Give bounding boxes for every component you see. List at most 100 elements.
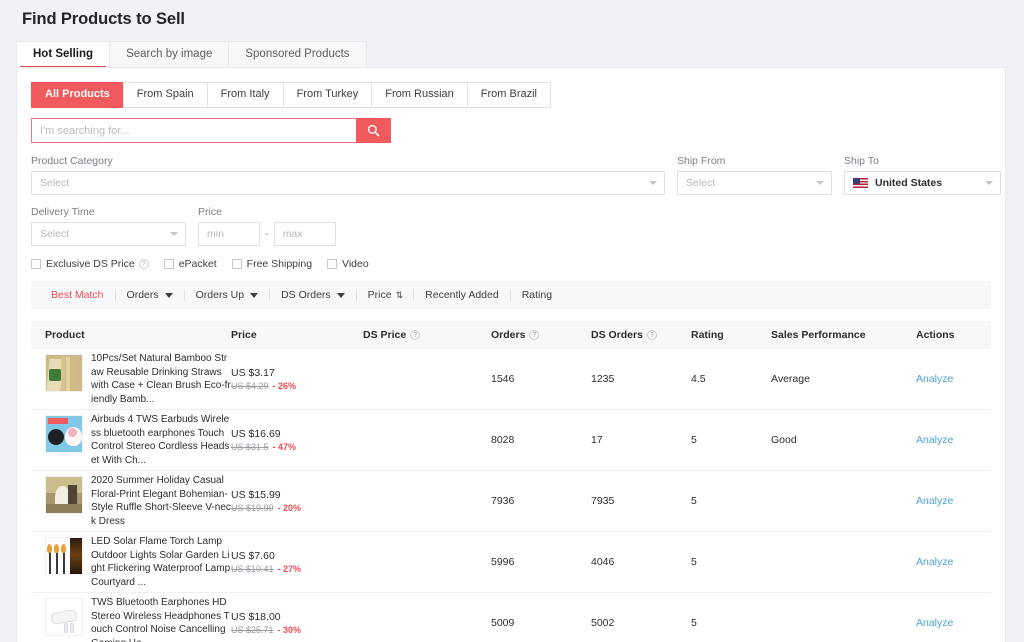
country-filter-from-italy[interactable]: From Italy (206, 82, 284, 108)
column-header-label: Actions (916, 329, 955, 341)
chevron-down-icon (985, 181, 993, 185)
page-title: Find Products to Sell (22, 10, 185, 28)
product-cell: Airbuds 4 TWS Earbuds Wireless bluetooth… (31, 413, 231, 467)
current-price: US $7.60 (231, 550, 275, 562)
ship-from-select[interactable]: Select (677, 171, 832, 195)
sort-option-price[interactable]: Price ⇅ (357, 289, 415, 301)
help-icon[interactable]: ? (410, 330, 421, 340)
price-max-input[interactable] (273, 222, 336, 246)
tab-sponsored-products[interactable]: Sponsored Products (228, 41, 367, 67)
analyze-link[interactable]: Analyze (916, 495, 953, 507)
sort-option-label: Recently Added (425, 289, 499, 301)
checkbox-video[interactable]: Video (327, 258, 369, 270)
sort-option-ds-orders[interactable]: DS Orders (270, 289, 357, 301)
airbuds-thumbnail[interactable] (45, 415, 83, 453)
sales-performance-cell: Average (771, 373, 810, 385)
ds-orders-cell: 5002 (591, 617, 615, 629)
checkbox-exclusive-ds-price[interactable]: Exclusive DS Price? (31, 258, 149, 270)
price-discount-line: US $19.99- 20% (231, 502, 363, 514)
checkbox-box[interactable] (231, 259, 242, 269)
price-cell: US $7.60 US $10.41- 27% (231, 549, 363, 575)
checkbox-box[interactable] (327, 259, 338, 269)
sort-option-orders-up[interactable]: Orders Up (185, 289, 271, 301)
current-price: US $18.00 (231, 611, 281, 623)
product-title[interactable]: 2020 Summer Holiday Casual Floral-Print … (91, 474, 231, 528)
checkbox-box[interactable] (31, 259, 41, 269)
analyze-link[interactable]: Analyze (916, 373, 953, 385)
sort-option-rating[interactable]: Rating (511, 289, 563, 301)
sort-option-label: DS Orders (281, 289, 331, 301)
solar-torch-lamp-thumbnail[interactable] (45, 537, 83, 575)
tab-search-by-image[interactable]: Search by image (109, 41, 230, 67)
price-min-input[interactable] (198, 222, 260, 246)
price-discount-line: US $4.29- 26% (231, 380, 363, 392)
column-header-orders: Orders? (491, 329, 591, 341)
main-tabs: Hot Selling Search by image Sponsored Prod… (16, 40, 1024, 68)
delivery-time-select[interactable]: Select (31, 222, 186, 246)
sort-option-best-match[interactable]: Best Match (40, 289, 116, 301)
actions-cell: Analyze (916, 617, 988, 629)
sort-option-orders[interactable]: Orders (116, 289, 185, 301)
tab-hot-selling[interactable]: Hot Selling (16, 41, 111, 68)
discount-badge: - 30% (277, 625, 302, 635)
product-title[interactable]: LED Solar Flame Torch Lamp Outdoor Light… (91, 535, 231, 589)
country-filter-all-products[interactable]: All Products (31, 82, 124, 108)
chevron-down-icon (816, 181, 824, 185)
filter-row-2: Delivery Time Select Price - (31, 206, 991, 246)
country-filter-from-turkey[interactable]: From Turkey (282, 82, 373, 108)
analyze-link[interactable]: Analyze (916, 434, 953, 446)
column-header-product: Product (31, 329, 231, 341)
help-icon[interactable]: ? (529, 330, 540, 340)
product-title[interactable]: 10Pcs/Set Natural Bamboo Straw Reusable … (91, 352, 231, 406)
current-price: US $3.17 (231, 367, 275, 379)
checkbox-free-shipping[interactable]: Free Shipping (231, 258, 312, 270)
checkbox-label: ePacket (178, 258, 217, 270)
filter-row-1: Product Category Select Ship From Select… (31, 155, 1001, 195)
search-row (31, 118, 1005, 143)
product-cell: LED Solar Flame Torch Lamp Outdoor Light… (31, 535, 231, 589)
column-header-ds_price: DS Price? (363, 329, 491, 341)
analyze-link[interactable]: Analyze (916, 556, 953, 568)
chevron-down-icon (170, 232, 178, 236)
help-icon[interactable]: ? (646, 330, 657, 340)
price-cell: US $15.99 US $19.99- 20% (231, 488, 363, 514)
country-filter-from-russian[interactable]: From Russian (371, 82, 468, 108)
discount-badge: - 26% (272, 381, 297, 391)
analyze-link[interactable]: Analyze (916, 617, 953, 629)
original-price: US $25.71 (231, 625, 274, 635)
bohemian-dress-thumbnail[interactable] (45, 476, 83, 514)
sort-updown-icon: ⇅ (395, 290, 403, 300)
checkbox-label: Exclusive DS Price (46, 258, 135, 270)
checkbox-epacket[interactable]: ePacket (163, 258, 217, 270)
tws-earphones-thumbnail[interactable] (45, 598, 83, 636)
table-row: 10Pcs/Set Natural Bamboo Straw Reusable … (31, 349, 991, 410)
ship-to-select[interactable]: United States (844, 171, 1001, 195)
original-price: US $4.29 (231, 381, 269, 391)
search-button[interactable] (356, 118, 391, 143)
help-icon[interactable]: ? (138, 259, 149, 269)
original-price: US $31.5 (231, 442, 269, 452)
sort-option-recently-added[interactable]: Recently Added (414, 289, 511, 301)
bamboo-straw-thumbnail[interactable] (45, 354, 83, 392)
country-filter-from-brazil[interactable]: From Brazil (466, 82, 551, 108)
product-category-select[interactable]: Select (31, 171, 665, 195)
orders-cell: 1546 (491, 373, 515, 385)
checkbox-box[interactable] (163, 259, 174, 269)
product-title[interactable]: Airbuds 4 TWS Earbuds Wireless bluetooth… (91, 413, 231, 467)
rating-cell: 4.5 (691, 373, 706, 385)
column-header-label: DS Price (363, 329, 407, 341)
column-header-label: DS Orders (591, 329, 643, 341)
ship-to-group: Ship To United States (844, 155, 1001, 195)
orders-cell: 5996 (491, 556, 515, 568)
price-discount-line: US $10.41- 27% (231, 563, 363, 575)
content-card: All Products From Spain From Italy From Tur… (16, 67, 1006, 642)
price-range-label: Price (198, 206, 222, 218)
price-discount-line: US $25.71- 30% (231, 624, 363, 636)
country-filter-group: All Products From Spain From Italy From Tur… (31, 82, 1005, 108)
product-title[interactable]: TWS Bluetooth Earphones HD Stereo Wirele… (91, 596, 231, 642)
country-filter-from-spain[interactable]: From Spain (122, 82, 208, 108)
column-header-label: Sales Performance (771, 329, 866, 341)
actions-cell: Analyze (916, 373, 988, 385)
sort-option-label: Orders Up (195, 289, 245, 301)
search-input[interactable] (31, 118, 356, 143)
